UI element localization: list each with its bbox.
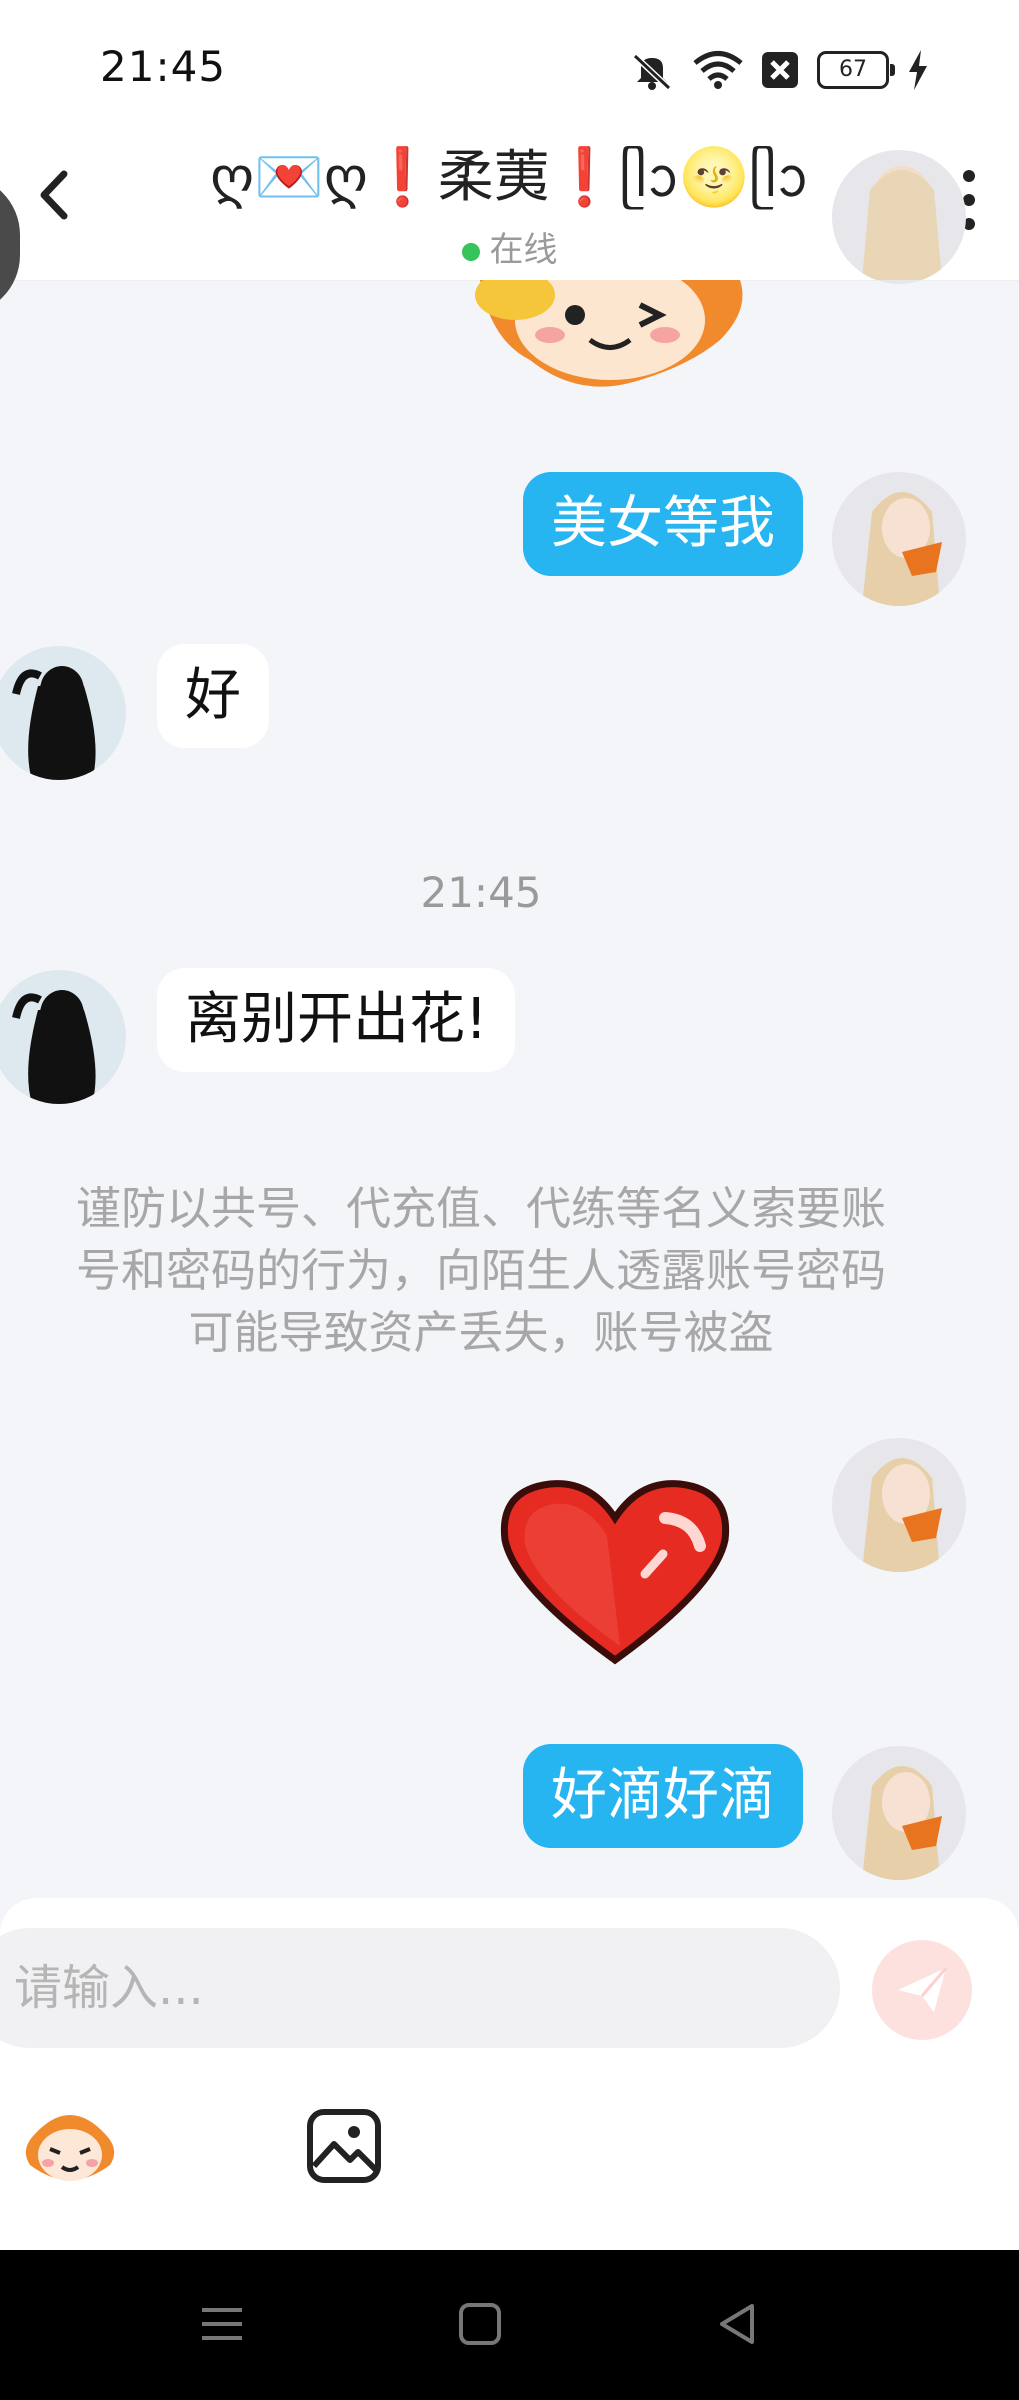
message-timestamp: 21:45 xyxy=(420,868,542,917)
red-heart-sticker xyxy=(500,1480,730,1665)
wifi-icon xyxy=(693,51,743,89)
cartoon-face-sticker xyxy=(475,280,743,387)
message-list: 美女等我 好 21:45 离别开出花! 谨防以共号、代充值、代练等名义索要账 号… xyxy=(0,150,1019,1898)
online-status-label: 在线 xyxy=(489,230,558,270)
security-notice: 谨防以共号、代充值、代练等名义索要账 号和密码的行为，向陌生人透露账号密码 可能… xyxy=(50,1178,912,1364)
message-bubble-other[interactable]: 离别开出花! xyxy=(157,968,516,1072)
system-nav-bar xyxy=(0,2250,1019,2400)
menu-icon[interactable] xyxy=(192,2294,252,2354)
my-avatar[interactable] xyxy=(832,1438,966,1572)
notification-x-icon xyxy=(762,52,798,88)
message-input[interactable] xyxy=(0,1928,840,2048)
message-bubble-other[interactable]: 好 xyxy=(157,644,269,748)
more-dot xyxy=(963,170,975,182)
status-icons: 67 xyxy=(629,44,929,96)
message-bubble-me[interactable]: 好滴好滴 xyxy=(523,1744,803,1848)
my-avatar[interactable] xyxy=(832,150,966,284)
my-avatar[interactable] xyxy=(832,1746,966,1880)
emoji-face-icon[interactable] xyxy=(20,2105,120,2190)
mute-icon xyxy=(632,53,672,90)
battery-icon: 67 xyxy=(817,51,895,89)
back-button[interactable] xyxy=(20,160,90,230)
back-nav-icon[interactable] xyxy=(708,2294,768,2354)
status-time: 21:45 xyxy=(100,42,227,91)
send-icon xyxy=(898,1967,948,2012)
notice-line: 谨防以共号、代充值、代练等名义索要账 xyxy=(75,1182,886,1235)
home-icon[interactable] xyxy=(450,2294,510,2354)
notice-line: 号和密码的行为，向陌生人透露账号密码 xyxy=(75,1244,886,1297)
message-bubble-me[interactable]: 美女等我 xyxy=(523,472,803,576)
online-dot-icon xyxy=(461,242,480,261)
my-avatar[interactable] xyxy=(832,472,966,606)
contact-avatar[interactable] xyxy=(0,970,126,1104)
send-button[interactable] xyxy=(872,1940,972,2040)
contact-avatar[interactable] xyxy=(0,646,126,780)
image-icon[interactable] xyxy=(306,2108,382,2184)
charging-bolt-icon xyxy=(909,50,927,90)
notice-line: 可能导致资产丢失，账号被盗 xyxy=(188,1306,774,1359)
status-bar: 21:45 67 xyxy=(0,0,1019,120)
